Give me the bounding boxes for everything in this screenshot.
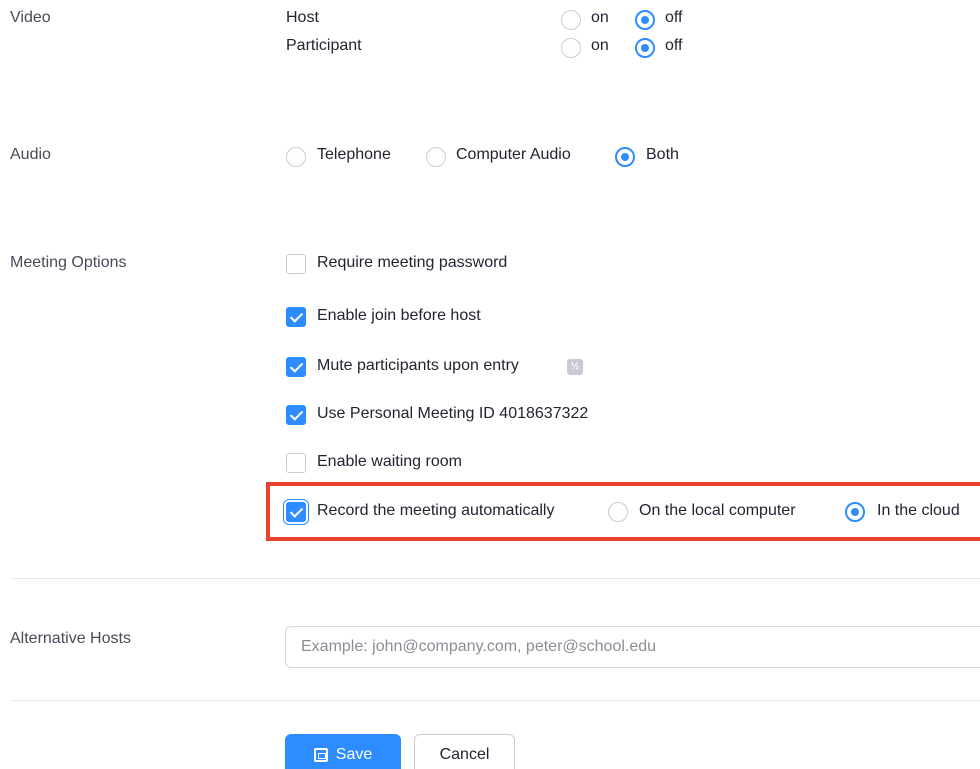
require-password-checkbox[interactable] (286, 254, 306, 274)
record-cloud-label: In the cloud (877, 502, 960, 519)
join-before-host-checkbox[interactable] (286, 307, 306, 327)
mute-on-entry-label: Mute participants upon entry (317, 357, 519, 374)
section-divider (10, 700, 980, 701)
save-button[interactable]: Save (285, 734, 401, 769)
waiting-room-checkbox[interactable] (286, 453, 306, 473)
record-local-label: On the local computer (639, 502, 796, 519)
audio-both-label: Both (646, 146, 679, 163)
save-button-label: Save (335, 746, 373, 763)
record-local-radio[interactable] (608, 502, 628, 522)
video-participant-off-radio[interactable] (635, 38, 655, 58)
record-auto-checkbox[interactable] (286, 502, 306, 522)
join-before-host-label: Enable join before host (317, 307, 481, 324)
audio-both-radio[interactable] (615, 147, 635, 167)
video-host-off-label: off (665, 9, 683, 26)
audio-computer-radio[interactable] (426, 147, 446, 167)
video-participant-off-label: off (665, 37, 683, 54)
cancel-button[interactable]: Cancel (414, 734, 515, 769)
video-section-label: Video (10, 9, 51, 26)
audio-computer-label: Computer Audio (456, 146, 571, 163)
audio-telephone-radio[interactable] (286, 147, 306, 167)
require-password-label: Require meeting password (317, 254, 508, 271)
video-host-label: Host (286, 9, 319, 26)
video-participant-label: Participant (286, 37, 362, 54)
alternative-hosts-section-label: Alternative Hosts (10, 630, 131, 647)
video-host-on-label: on (591, 9, 609, 26)
section-divider (10, 578, 980, 579)
video-participant-on-radio[interactable] (561, 38, 581, 58)
mute-on-entry-checkbox[interactable] (286, 357, 306, 377)
personal-meeting-id-label: Use Personal Meeting ID 4018637322 (317, 405, 589, 422)
video-host-on-radio[interactable] (561, 10, 581, 30)
video-participant-on-label: on (591, 37, 609, 54)
record-cloud-radio[interactable] (845, 502, 865, 522)
info-icon[interactable]: ½ (567, 359, 583, 375)
personal-meeting-id-checkbox[interactable] (286, 405, 306, 425)
alternative-hosts-input[interactable] (285, 626, 980, 668)
waiting-room-label: Enable waiting room (317, 453, 462, 470)
record-auto-label: Record the meeting automatically (317, 502, 555, 519)
save-icon (313, 748, 328, 762)
meeting-options-section-label: Meeting Options (10, 254, 127, 271)
audio-section-label: Audio (10, 146, 51, 163)
audio-telephone-label: Telephone (317, 146, 391, 163)
video-host-off-radio[interactable] (635, 10, 655, 30)
